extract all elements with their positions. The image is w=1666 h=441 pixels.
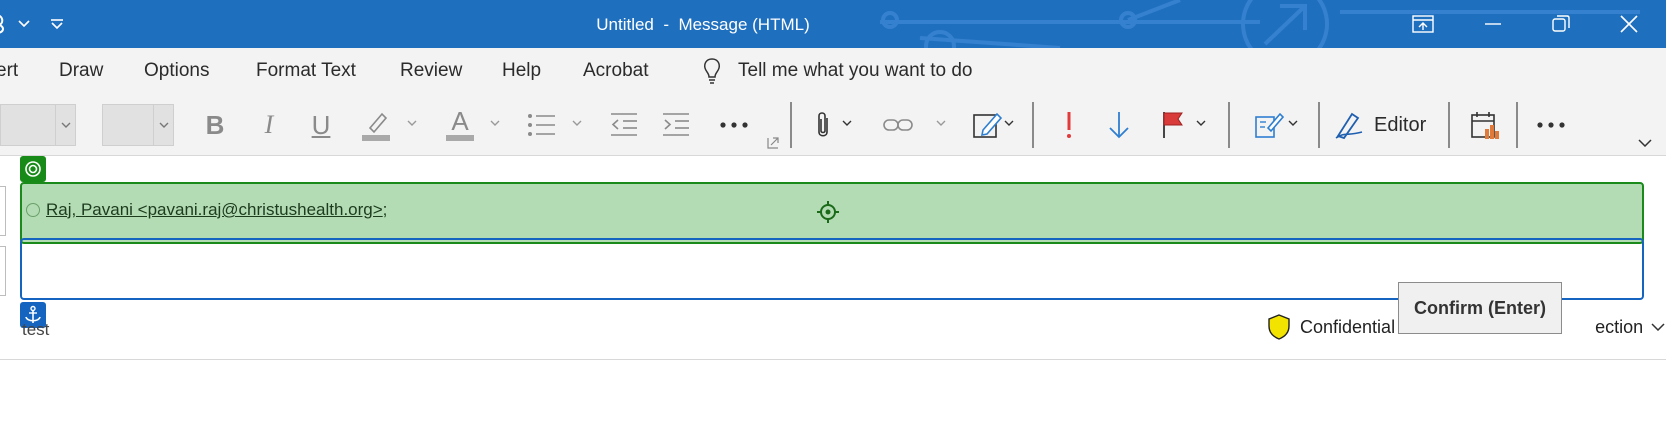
- editor-button[interactable]: Editor: [1334, 106, 1454, 144]
- chevron-down-icon[interactable]: [1651, 323, 1665, 331]
- toolbar-separator: [1228, 102, 1230, 148]
- ribbon-toolbar: B I U A Editor: [0, 94, 1666, 156]
- chevron-down-icon[interactable]: [1194, 116, 1208, 130]
- editor-label: Editor: [1374, 113, 1427, 136]
- dialog-launcher-icon[interactable]: [766, 136, 780, 150]
- sensitivity-text: Confidential: [1300, 316, 1396, 337]
- target-marker-icon[interactable]: [20, 156, 46, 182]
- font-color-letter: A: [451, 106, 469, 136]
- chevron-down-icon[interactable]: [1002, 116, 1016, 130]
- font-family-combo[interactable]: [0, 104, 76, 146]
- font-color-button[interactable]: A: [442, 104, 478, 144]
- minimize-icon[interactable]: [1462, 0, 1524, 48]
- chevron-down-icon[interactable]: [488, 116, 502, 130]
- cc-label-edge: [0, 246, 6, 296]
- sensitivity-text-suffix: ection: [1595, 316, 1644, 337]
- recipient-separator: ;: [382, 200, 388, 219]
- link-icon[interactable]: [880, 106, 916, 144]
- title-bar: Untitled - Message (HTML): [0, 0, 1666, 48]
- recipient-chip[interactable]: Raj, Pavani <pavani.raj@christushealth.o…: [26, 200, 387, 220]
- more-options-icon[interactable]: [716, 112, 752, 138]
- tell-me-placeholder: Tell me what you want to do: [738, 60, 973, 81]
- bullets-icon[interactable]: [524, 106, 560, 144]
- underline-button[interactable]: U: [306, 106, 336, 144]
- to-label-edge: [0, 186, 6, 236]
- font-size-combo[interactable]: [102, 104, 174, 146]
- toolbar-separator: [790, 102, 792, 148]
- chevron-down-icon[interactable]: [405, 116, 419, 130]
- tab-review[interactable]: Review: [400, 60, 462, 82]
- signature-icon[interactable]: [970, 106, 1006, 144]
- toolbar-separator: [1448, 102, 1450, 148]
- tab-options[interactable]: Options: [144, 60, 209, 82]
- chevron-down-icon[interactable]: [1286, 116, 1300, 130]
- toolbar-separator: [1516, 102, 1518, 148]
- outlook-compose-window: Untitled - Message (HTML) ert Draw Optio…: [0, 0, 1666, 441]
- presence-icon: [26, 203, 40, 217]
- restore-icon[interactable]: [1530, 0, 1592, 48]
- ribbon-tabs: ert Draw Options Format Text Review Help…: [0, 48, 1666, 94]
- editor-pen-icon: [1335, 112, 1363, 140]
- more-commands-icon[interactable]: [1534, 112, 1568, 138]
- toolbar-separator: [1032, 102, 1034, 148]
- crosshair-icon[interactable]: [817, 201, 839, 223]
- tell-me-search[interactable]: Tell me what you want to do: [702, 54, 972, 88]
- collapse-ribbon-icon[interactable]: [1636, 136, 1654, 150]
- chevron-down-icon[interactable]: [55, 105, 75, 145]
- attach-file-icon[interactable]: [810, 106, 836, 144]
- close-icon[interactable]: [1598, 0, 1660, 48]
- lightbulb-icon: [704, 58, 720, 84]
- header-divider: [0, 359, 1666, 360]
- confirm-tooltip: Confirm (Enter): [1398, 282, 1562, 334]
- subject-text[interactable]: test: [22, 320, 49, 340]
- follow-up-flag-icon[interactable]: [1158, 106, 1188, 144]
- chevron-down-icon[interactable]: [840, 116, 854, 130]
- bold-button[interactable]: B: [200, 106, 230, 144]
- tab-format-text[interactable]: Format Text: [256, 60, 356, 82]
- shield-icon: [1268, 314, 1290, 340]
- tab-acrobat[interactable]: Acrobat: [583, 60, 648, 82]
- recipient-address[interactable]: Raj, Pavani <pavani.raj@christushealth.o…: [46, 200, 383, 220]
- ribbon-display-options-icon[interactable]: [1392, 0, 1454, 48]
- font-color-swatch: [446, 135, 474, 141]
- chevron-down-icon[interactable]: [934, 116, 948, 130]
- tab-draw[interactable]: Draw: [59, 60, 103, 82]
- highlight-icon[interactable]: [358, 106, 394, 144]
- sensitivity-icon[interactable]: [1252, 106, 1286, 144]
- toolbar-separator: [1318, 102, 1320, 148]
- high-importance-icon[interactable]: [1056, 106, 1082, 144]
- chevron-down-icon[interactable]: [570, 116, 584, 130]
- scheduling-poll-icon[interactable]: [1468, 106, 1502, 144]
- tab-insert[interactable]: ert: [0, 60, 18, 82]
- decrease-indent-icon[interactable]: [606, 106, 642, 144]
- italic-button[interactable]: I: [254, 106, 284, 144]
- low-importance-icon[interactable]: [1104, 106, 1134, 144]
- increase-indent-icon[interactable]: [658, 106, 694, 144]
- tab-help[interactable]: Help: [502, 60, 541, 82]
- chevron-down-icon[interactable]: [153, 105, 173, 145]
